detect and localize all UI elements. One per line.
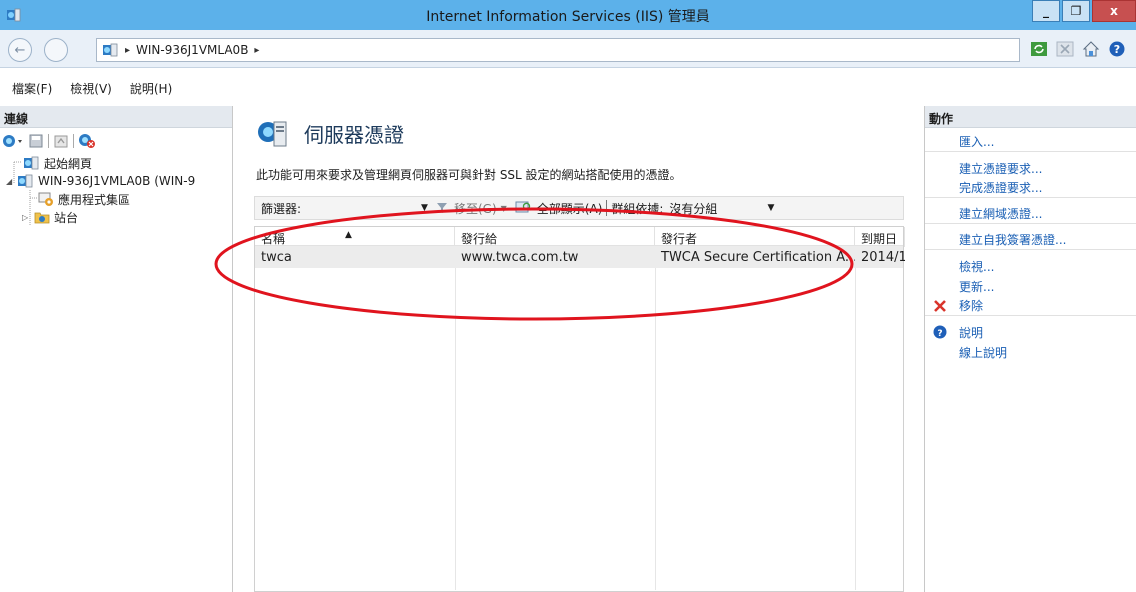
action-complete-certificate-request[interactable]: 完成憑證要求... (925, 178, 1136, 198)
home-icon[interactable] (1082, 40, 1100, 58)
collapse-arrow-icon[interactable]: ◢ (6, 177, 18, 186)
action-help[interactable]: ? 說明 (925, 322, 1136, 342)
close-button[interactable]: x (1092, 0, 1136, 22)
annotation-ellipse (214, 207, 854, 321)
action-create-domain-certificate[interactable]: 建立網域憑證... (925, 204, 1136, 224)
address-field[interactable]: ▸ WIN-936J1VMLA0B ▸ (96, 38, 1020, 62)
toolbar-divider (73, 134, 74, 148)
tree-item-label: WIN-936J1VMLA0B (WIN-9 (38, 174, 196, 188)
server-icon (18, 174, 33, 188)
column-header-expires[interactable]: 到期日 (855, 227, 905, 247)
feature-title: 伺服器憑證 (304, 122, 404, 147)
server-icon (103, 43, 118, 57)
feature-panel: 伺服器憑證 此功能可用來要求及管理網頁伺服器可與針對 SSL 設定的網站搭配使用… (246, 106, 912, 592)
action-label: 移除 (959, 299, 984, 313)
tree-item-label: 應用程式集區 (58, 192, 131, 207)
action-label: 說明 (959, 325, 984, 340)
menu-help[interactable]: 說明(H) (130, 80, 172, 97)
actions-list: 匯入... 建立憑證要求... 完成憑證要求... 建立網域憑證... 建立自我… (925, 128, 1136, 362)
maximize-button[interactable]: ❐ (1062, 0, 1090, 22)
connections-toolbar (0, 128, 232, 154)
action-remove[interactable]: 移除 (925, 296, 1136, 316)
breadcrumb-separator[interactable]: ▸ (254, 45, 259, 56)
address-bar: ← ▸ WIN-936J1VMLA0B ▸ ? (0, 30, 1136, 68)
stop-icon[interactable] (1056, 40, 1074, 58)
tree-item-label: 站台 (54, 210, 79, 225)
up-level-icon[interactable] (53, 133, 69, 149)
minimize-button[interactable]: _ (1032, 0, 1060, 22)
feature-description: 此功能可用來要求及管理網頁伺服器可與針對 SSL 設定的網站搭配使用的憑證。 (256, 168, 682, 182)
start-page-icon (24, 156, 39, 170)
connections-pane: 連線 起始網頁 ◢ WIN-936J1VMLA0B (WIN-9 應用程式集區 … (0, 106, 233, 592)
connections-tree: 起始網頁 ◢ WIN-936J1VMLA0B (WIN-9 應用程式集區 ▷ 站… (0, 154, 232, 226)
menu-file[interactable]: 檔案(F) (12, 80, 52, 97)
feature-heading: 伺服器憑證 (256, 116, 404, 150)
tree-item-app-pools[interactable]: 應用程式集區 (0, 190, 232, 208)
address-toolbar: ? (1030, 40, 1126, 58)
disconnect-icon[interactable] (78, 133, 96, 149)
back-button[interactable]: ← (8, 38, 32, 62)
action-renew[interactable]: 更新... (925, 276, 1136, 296)
help-icon[interactable]: ? (1108, 40, 1126, 58)
cell-expires: 2014/1 (861, 250, 905, 265)
refresh-icon[interactable] (1030, 40, 1048, 58)
back-arrow-icon: ← (14, 42, 26, 58)
window-title: Internet Information Services (IIS) 管理員 (426, 9, 710, 25)
remove-x-icon (934, 300, 946, 312)
menu-bar: 檔案(F) 檢視(V) 說明(H) (0, 76, 190, 100)
breadcrumb-server[interactable]: WIN-936J1VMLA0B (136, 43, 248, 57)
action-create-certificate-request[interactable]: 建立憑證要求... (925, 158, 1136, 178)
svg-text:?: ? (1114, 43, 1120, 56)
svg-text:?: ? (937, 329, 942, 339)
menu-view[interactable]: 檢視(V) (70, 80, 112, 97)
breadcrumb-separator: ▸ (125, 44, 131, 56)
expand-arrow-icon[interactable]: ▷ (22, 213, 34, 222)
app-pool-icon (38, 192, 53, 206)
title-bar: Internet Information Services (IIS) 管理員 … (0, 0, 1136, 30)
tree-item-label: 起始網頁 (44, 156, 93, 171)
actions-pane: 動作 匯入... 建立憑證要求... 完成憑證要求... 建立網域憑證... 建… (924, 106, 1136, 592)
action-view[interactable]: 檢視... (925, 256, 1136, 276)
save-icon[interactable] (28, 133, 44, 149)
tree-item-start-page[interactable]: 起始網頁 (0, 154, 232, 172)
action-online-help[interactable]: 線上說明 (925, 342, 1136, 362)
toolbar-divider (48, 134, 49, 148)
tree-item-server[interactable]: ◢ WIN-936J1VMLA0B (WIN-9 (0, 172, 232, 190)
connections-header: 連線 (0, 106, 232, 128)
actions-header: 動作 (925, 106, 1136, 128)
action-create-self-signed-certificate[interactable]: 建立自我簽署憑證... (925, 230, 1136, 250)
sites-folder-icon (34, 212, 50, 224)
help-icon: ? (933, 325, 947, 339)
forward-button[interactable] (44, 38, 68, 62)
connect-icon[interactable] (2, 133, 24, 149)
tree-item-sites[interactable]: ▷ 站台 (0, 208, 232, 226)
action-import[interactable]: 匯入... (925, 132, 1136, 152)
server-certificates-icon (258, 121, 287, 147)
